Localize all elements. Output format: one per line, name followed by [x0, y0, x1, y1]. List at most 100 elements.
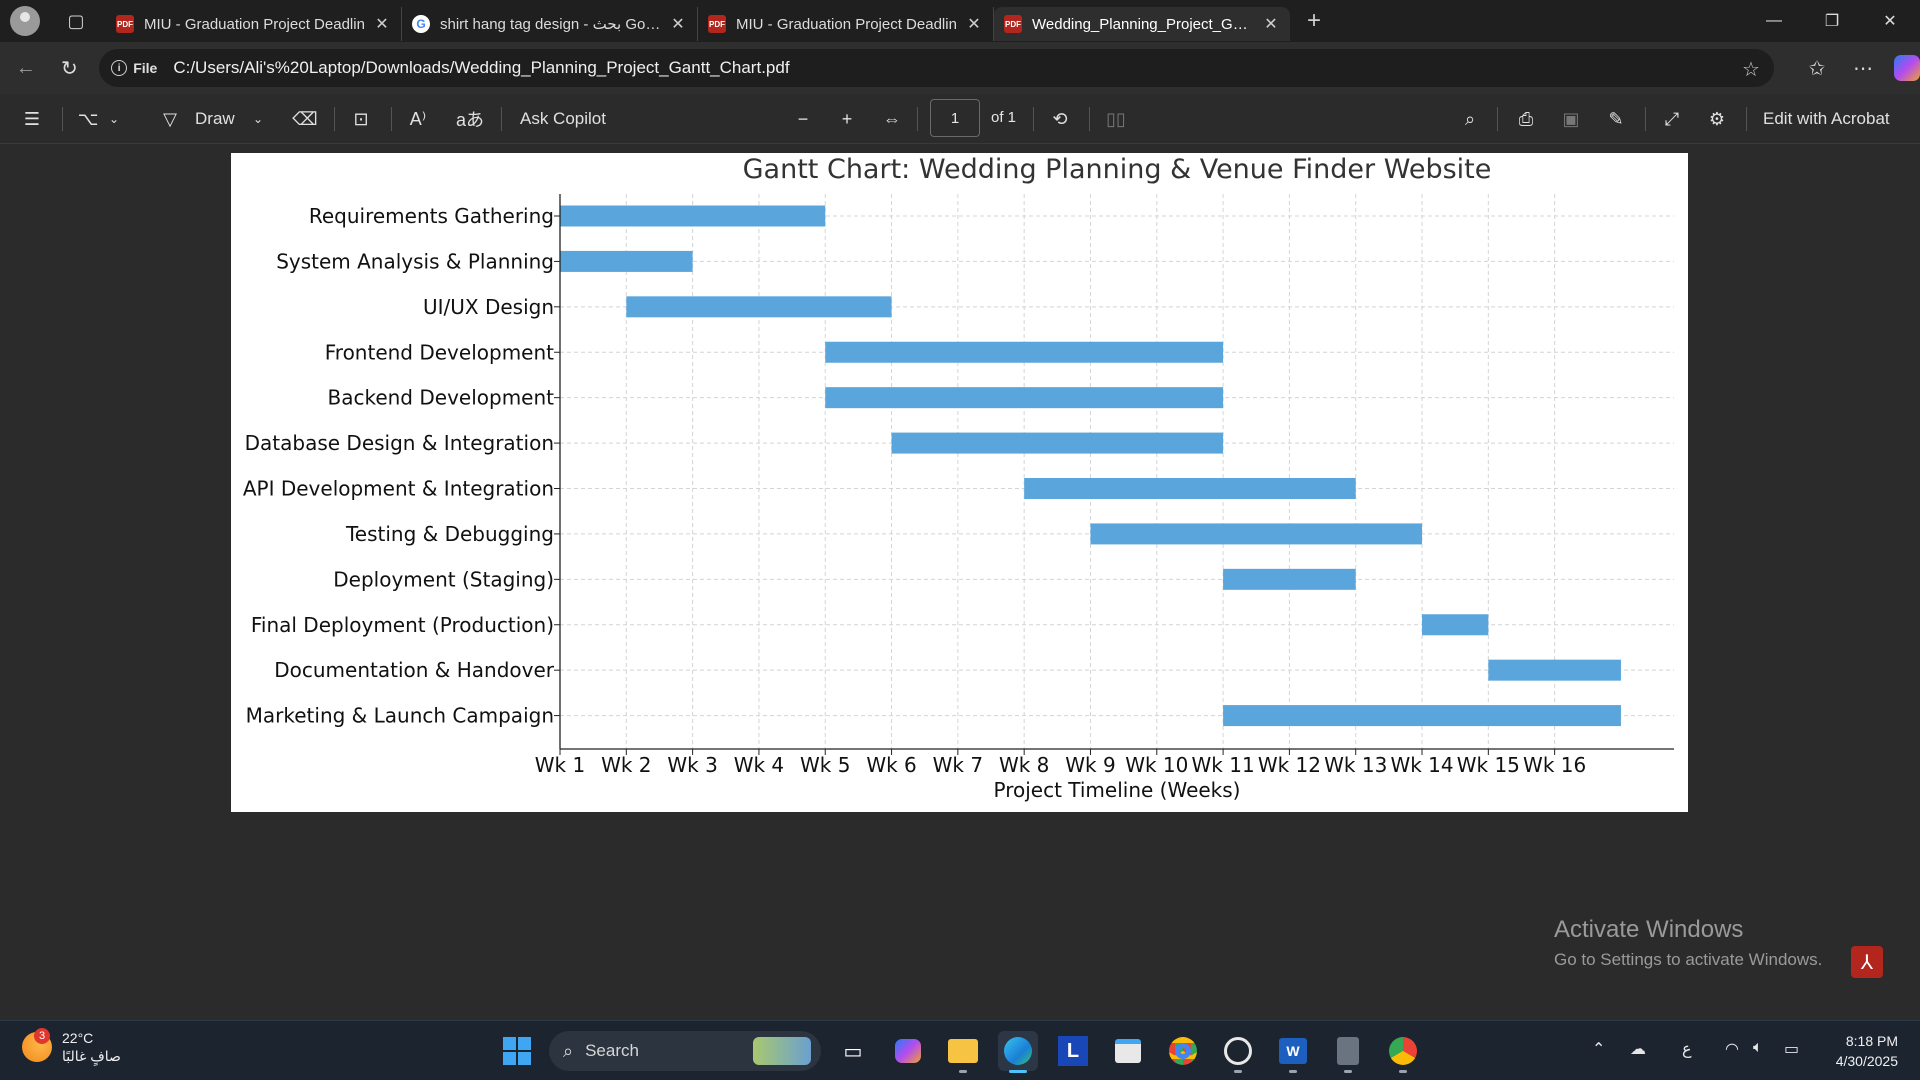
tab-miu-deadline-1[interactable]: PDF MIU - Graduation Project Deadlin ✕: [106, 7, 402, 41]
pdf-toolbar: ☰ ⌥ ⌄ ▽ Draw ⌄ ⌫ ⊡ A⁾ aあ Ask Copilot − +…: [0, 94, 1920, 144]
toolbar-divider: [62, 107, 63, 131]
whatsapp-icon[interactable]: [1218, 1031, 1258, 1073]
show-hidden-icons-chevron-icon[interactable]: ⌃: [1592, 1039, 1605, 1059]
x-tick-label: Wk 6: [866, 753, 916, 777]
pdf-icon: PDF: [1004, 15, 1022, 33]
toolbar-divider: [1497, 107, 1498, 131]
x-tick-label: Wk 1: [535, 753, 585, 777]
edit-with-acrobat-button[interactable]: Edit with Acrobat: [1763, 101, 1890, 137]
task-bar: [1422, 614, 1489, 636]
onedrive-off-icon[interactable]: ☁: [1630, 1039, 1646, 1059]
windows-logo-icon: [503, 1037, 531, 1065]
text-box-icon[interactable]: ⊡: [343, 101, 379, 137]
tab-title: MIU - Graduation Project Deadlin: [144, 15, 365, 33]
search-icon[interactable]: ⌕: [1452, 101, 1488, 137]
search-icon: ⌕: [563, 1040, 574, 1061]
task-label: Final Deployment (Production): [251, 613, 554, 637]
copilot-app-icon[interactable]: [888, 1031, 928, 1071]
battery-icon[interactable]: ▭: [1784, 1039, 1799, 1059]
fullscreen-icon[interactable]: ⤢: [1654, 101, 1690, 137]
close-icon[interactable]: ✕: [669, 14, 687, 34]
weather-widget[interactable]: 3 22°C صافٍ غالبًا: [22, 1028, 121, 1065]
x-tick-label: Wk 4: [734, 753, 784, 777]
acrobat-icon[interactable]: ⅄: [1851, 946, 1883, 978]
info-icon: i: [111, 60, 128, 76]
tab-title: Wedding_Planning_Project_Gantt_: [1032, 15, 1254, 33]
x-tick-label: Wk 5: [800, 753, 850, 777]
new-tab-button[interactable]: +: [1294, 1, 1334, 41]
chrome-profile-icon[interactable]: [1383, 1031, 1423, 1073]
site-info-chip[interactable]: i File: [111, 60, 157, 76]
task-view-icon[interactable]: ▭: [833, 1031, 873, 1071]
save-as-icon[interactable]: ✎: [1598, 101, 1634, 137]
system-clock[interactable]: 8:18 PM 4/30/2025: [1836, 1031, 1898, 1071]
task-label: UI/UX Design: [423, 295, 554, 319]
eraser-icon[interactable]: ⌫: [287, 101, 323, 137]
task-bar: [891, 432, 1224, 454]
translate-icon[interactable]: aあ: [452, 101, 488, 137]
copilot-icon[interactable]: [1893, 55, 1920, 81]
print-icon[interactable]: ⎙: [1508, 101, 1544, 137]
save-icon[interactable]: ▣: [1553, 101, 1589, 137]
l-app-icon[interactable]: L: [1053, 1031, 1093, 1071]
close-window-icon[interactable]: ✕: [1861, 0, 1919, 42]
word-icon[interactable]: W: [1273, 1031, 1313, 1073]
zoom-out-icon[interactable]: −: [785, 101, 821, 137]
more-options-icon[interactable]: ⋯: [1840, 56, 1886, 81]
close-icon[interactable]: ✕: [373, 14, 391, 34]
draw-button[interactable]: Draw: [195, 101, 235, 137]
calculator-icon[interactable]: [1328, 1031, 1368, 1073]
fit-to-width-icon[interactable]: ⇔: [874, 101, 910, 137]
x-tick-label: Wk 13: [1324, 753, 1387, 777]
microsoft-store-icon[interactable]: [1108, 1031, 1148, 1071]
restore-icon[interactable]: ❐: [1803, 0, 1861, 42]
task-label: System Analysis & Planning: [276, 249, 554, 273]
settings-gear-icon[interactable]: ⚙: [1699, 101, 1735, 137]
chevron-down-icon[interactable]: ⌄: [248, 101, 268, 137]
volume-icon[interactable]: 🔈︎: [1753, 1039, 1763, 1057]
rotate-icon[interactable]: ⟲: [1042, 101, 1078, 137]
file-explorer-icon[interactable]: [943, 1031, 983, 1073]
chevron-down-icon[interactable]: ⌄: [104, 101, 124, 137]
favorite-star-icon[interactable]: ☆: [1742, 57, 1760, 82]
task-bar: [825, 387, 1224, 409]
two-page-view-icon[interactable]: ▯▯: [1098, 101, 1134, 137]
highlight-icon[interactable]: ⌥: [70, 101, 106, 137]
tab-google-search[interactable]: G shirt hang tag design - بحث Goog ✕: [402, 7, 698, 41]
zoom-in-icon[interactable]: +: [829, 101, 865, 137]
profile-avatar-icon[interactable]: [10, 6, 40, 36]
input-language[interactable]: ع: [1682, 1039, 1692, 1059]
start-button[interactable]: [497, 1031, 537, 1071]
tab-actions-icon[interactable]: ▢: [56, 1, 96, 41]
address-input[interactable]: i File C:/Users/Ali's%20Laptop/Downloads…: [99, 49, 1774, 87]
page-number-input[interactable]: 1: [930, 99, 980, 137]
tab-wedding-gantt[interactable]: PDF Wedding_Planning_Project_Gantt_ ✕: [994, 7, 1290, 41]
tab-title: shirt hang tag design - بحث Goog: [440, 16, 661, 33]
refresh-icon[interactable]: ↻: [48, 48, 92, 88]
x-axis-label: Project Timeline (Weeks): [993, 778, 1240, 802]
scheme-label: File: [133, 60, 158, 76]
activate-windows-watermark: Activate Windows Go to Settings to activ…: [1554, 916, 1822, 970]
close-icon[interactable]: ✕: [965, 14, 983, 34]
contents-list-icon[interactable]: ☰: [14, 101, 50, 137]
clock-time: 8:18 PM: [1845, 1033, 1898, 1049]
x-tick-label: Wk 7: [933, 753, 983, 777]
taskbar-search[interactable]: ⌕ Search: [549, 1031, 821, 1071]
ask-copilot-button[interactable]: Ask Copilot: [520, 101, 606, 137]
back-arrow-icon[interactable]: ←: [4, 48, 48, 88]
minimize-icon[interactable]: —: [1745, 0, 1803, 42]
close-icon[interactable]: ✕: [1262, 14, 1280, 34]
url-text: C:/Users/Ali's%20Laptop/Downloads/Weddin…: [173, 58, 790, 77]
chrome-icon[interactable]: [1163, 1031, 1203, 1071]
task-bar: [1024, 478, 1356, 499]
task-bar: [560, 205, 826, 227]
edge-browser-icon[interactable]: [998, 1031, 1038, 1073]
favorites-icon[interactable]: ✩: [1794, 56, 1840, 81]
task-bar: [825, 341, 1224, 363]
wifi-icon[interactable]: ◠: [1725, 1039, 1739, 1059]
address-bar-row: ← ↻ i File C:/Users/Ali's%20Laptop/Downl…: [0, 42, 1920, 94]
tab-miu-deadline-2[interactable]: PDF MIU - Graduation Project Deadlin ✕: [698, 7, 994, 41]
task-label: API Development & Integration: [243, 477, 554, 501]
draw-pen-icon[interactable]: ▽: [152, 101, 188, 137]
read-aloud-icon[interactable]: A⁾: [400, 101, 436, 137]
